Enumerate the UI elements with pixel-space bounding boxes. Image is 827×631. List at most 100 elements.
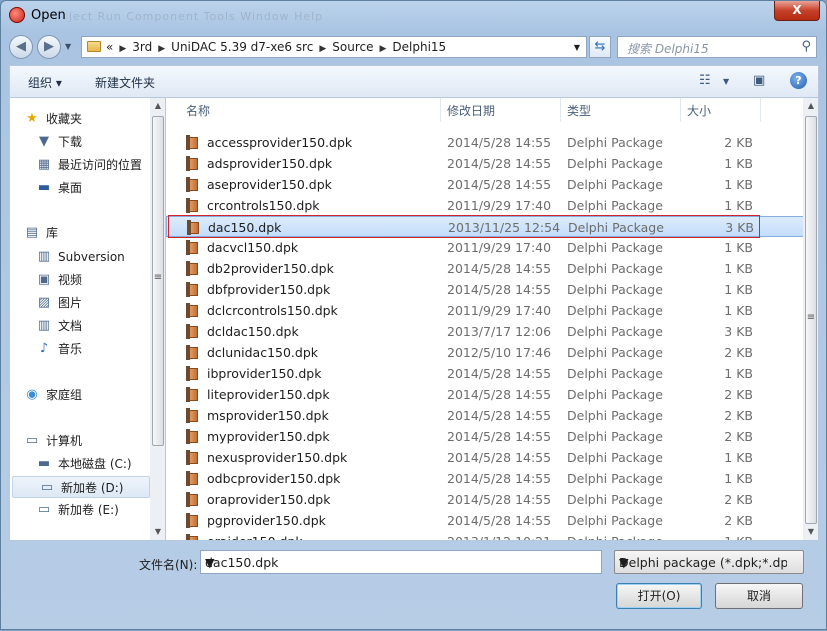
breadcrumb-item[interactable]: UniDAC 5.39 d7-xe6 src <box>171 40 313 54</box>
scroll-up-icon[interactable]: ▲ <box>150 98 165 114</box>
file-row[interactable]: accessprovider150.dpk 2014/5/28 14:55 Delp… <box>166 132 804 153</box>
title-bar[interactable]: Open ject Run Component Tools Window Hel… <box>1 1 826 31</box>
nav-favorites-item[interactable]: ▬ 桌面 <box>10 177 150 199</box>
nav-library-item[interactable]: ▥ Subversion <box>10 246 150 268</box>
nav-scrollbar[interactable]: ▲ ≡ ▼ <box>150 98 165 540</box>
breadcrumb-item[interactable]: Source <box>332 40 373 54</box>
nav-libraries[interactable]: ▤ 库 <box>10 222 150 244</box>
back-button[interactable]: ◀ <box>9 35 33 59</box>
view-options-icon[interactable]: ☷ <box>699 73 711 88</box>
search-icon: ⚲ <box>801 39 811 54</box>
filename-input[interactable]: dac150.dpk ▼ <box>200 550 602 574</box>
file-list-scrollbar[interactable]: ▲ ≡ ▼ <box>803 98 818 540</box>
file-list-pane: ⌃ 名称 修改日期 类型 大小 accessprovider150.dpk 201… <box>165 97 819 541</box>
forward-button[interactable]: ▶ <box>37 35 61 59</box>
help-icon[interactable]: ? <box>790 72 807 89</box>
file-name: db2provider150.dpk <box>207 261 334 276</box>
file-row[interactable]: liteprovider150.dpk 2014/5/28 14:55 Delphi… <box>166 384 804 405</box>
address-history-dropdown[interactable]: ▼ <box>574 43 580 52</box>
delphi-package-icon <box>186 429 200 444</box>
file-row[interactable]: aseprovider150.dpk 2014/5/28 14:55 Delphi … <box>166 174 804 195</box>
file-row[interactable]: dacvcl150.dpk 2011/9/29 17:40 Delphi Packa… <box>166 237 804 258</box>
file-size: 2 KB <box>724 492 753 507</box>
file-date: 2013/7/17 12:06 <box>447 324 552 339</box>
scroll-down-icon[interactable]: ▼ <box>150 524 165 540</box>
file-row[interactable]: ibprovider150.dpk 2014/5/28 14:55 Delphi P… <box>166 363 804 384</box>
open-button[interactable]: 打开(O) <box>616 583 702 609</box>
file-type: Delphi Package <box>567 156 663 171</box>
breadcrumb-overflow[interactable]: « <box>106 40 113 54</box>
nav-library-item[interactable]: ♪ 音乐 <box>10 338 150 360</box>
delphi-package-icon <box>186 387 200 402</box>
column-date[interactable]: 修改日期 <box>441 98 561 122</box>
drive-icon: ▭ <box>40 480 54 495</box>
homegroup-icon: ◉ <box>26 387 38 402</box>
filetype-select[interactable]: Delphi package (*.dpk;*.dpk ▼ <box>614 550 804 574</box>
file-size: 1 KB <box>724 261 753 276</box>
breadcrumb-separator-icon[interactable]: ▶ <box>379 44 386 54</box>
music-library-icon: ♪ <box>39 341 49 356</box>
nav-drive[interactable]: ▭ 新加卷 (D:) <box>12 476 150 498</box>
file-row[interactable]: db2provider150.dpk 2014/5/28 14:55 Delphi … <box>166 258 804 279</box>
search-input[interactable]: 搜索 Delphi15 ⚲ <box>617 36 817 58</box>
nav-library-item[interactable]: ▣ 视频 <box>10 269 150 291</box>
nav-favorites[interactable]: ★ 收藏夹 <box>10 108 150 130</box>
forward-arrow-icon: ▶ <box>44 39 54 54</box>
library-icon: ▤ <box>25 225 39 240</box>
file-row[interactable]: odbcprovider150.dpk 2014/5/28 14:55 Delphi… <box>166 468 804 489</box>
file-name: adsprovider150.dpk <box>207 156 333 171</box>
address-row: ◀ ▶ ▼ « ▶ 3rd ▶ UniDAC 5.39 d7-xe6 src ▶ Sourc… <box>1 34 826 60</box>
breadcrumb-separator-icon[interactable]: ▶ <box>158 44 165 54</box>
cancel-button[interactable]: 取消 <box>715 583 803 609</box>
delphi-package-icon <box>186 240 200 255</box>
nav-drive[interactable]: ▭ 新加卷 (E:) <box>10 499 150 521</box>
nav-library-item[interactable]: ▨ 图片 <box>10 292 150 314</box>
file-row[interactable]: dclcrcontrols150.dpk 2011/9/29 17:40 Delph… <box>166 300 804 321</box>
nav-label: 收藏夹 <box>46 112 83 126</box>
close-button[interactable]: X <box>774 1 820 21</box>
nav-homegroup[interactable]: ◉ 家庭组 <box>10 384 150 406</box>
filename-dropdown-icon[interactable]: ▼ <box>205 555 597 570</box>
file-date: 2014/5/28 14:55 <box>447 450 552 465</box>
file-row[interactable]: oraider150.dpk 2013/1/12 10:21 Delphi Pack… <box>166 531 804 540</box>
search-placeholder: 搜索 Delphi15 <box>627 42 709 56</box>
file-row[interactable]: dbfprovider150.dpk 2014/5/28 14:55 Delphi … <box>166 279 804 300</box>
file-row[interactable]: crcontrols150.dpk 2011/9/29 17:40 Delphi P… <box>166 195 804 216</box>
nav-favorites-item[interactable]: ▦ 最近访问的位置 <box>10 154 150 176</box>
file-row[interactable]: adsprovider150.dpk 2014/5/28 14:55 Delphi … <box>166 153 804 174</box>
nav-computer[interactable]: ▭ 计算机 <box>10 430 150 452</box>
file-row[interactable]: nexusprovider150.dpk 2014/5/28 14:55 Delph… <box>166 447 804 468</box>
breadcrumb-separator-icon[interactable]: ▶ <box>119 44 126 54</box>
column-type[interactable]: 类型 <box>561 98 681 122</box>
column-name[interactable]: 名称 <box>180 98 441 122</box>
breadcrumb-separator-icon[interactable]: ▶ <box>319 44 326 54</box>
nav-label: 家庭组 <box>46 388 83 402</box>
breadcrumb-item[interactable]: 3rd <box>132 40 152 54</box>
nav-favorites-item[interactable]: ▼ 下载 <box>10 131 150 153</box>
breadcrumb-item[interactable]: Delphi15 <box>392 40 446 54</box>
file-row[interactable]: pgprovider150.dpk 2014/5/28 14:55 Delphi P… <box>166 510 804 531</box>
address-bar[interactable]: « ▶ 3rd ▶ UniDAC 5.39 d7-xe6 src ▶ Source ▶ Delp… <box>81 36 587 58</box>
file-row[interactable]: myprovider150.dpk 2014/5/28 14:55 Delphi P… <box>166 426 804 447</box>
file-row[interactable]: msprovider150.dpk 2014/5/28 14:55 Delphi P… <box>166 405 804 426</box>
delphi-package-icon <box>186 513 200 528</box>
file-date: 2013/1/12 10:21 <box>447 531 551 540</box>
file-row[interactable]: dclunidac150.dpk 2012/5/10 17:46 Delphi Pa… <box>166 342 804 363</box>
nav-library-item[interactable]: ▥ 文档 <box>10 315 150 337</box>
column-size[interactable]: 大小 <box>681 98 761 122</box>
nav-drive[interactable]: ▬ 本地磁盘 (C:) <box>10 453 150 475</box>
scroll-down-icon[interactable]: ▼ <box>803 524 818 540</box>
file-name: aseprovider150.dpk <box>207 177 332 192</box>
file-row[interactable]: dcldac150.dpk 2013/7/17 12:06 Delphi Packa… <box>166 321 804 342</box>
recent-locations-dropdown[interactable]: ▼ <box>65 42 71 51</box>
file-row[interactable]: dac150.dpk 2013/11/25 12:54 Delphi Package… <box>166 215 804 238</box>
refresh-button[interactable]: ⇆ <box>589 36 611 58</box>
preview-pane-icon[interactable]: ▣ <box>753 73 765 88</box>
scroll-up-icon[interactable]: ▲ <box>803 98 818 114</box>
file-name: dac150.dpk <box>208 220 282 235</box>
new-folder-button[interactable]: 新建文件夹 <box>95 74 155 91</box>
file-row[interactable]: oraprovider150.dpk 2014/5/28 14:55 Delphi … <box>166 489 804 510</box>
filetype-dropdown-icon[interactable]: ▼ <box>619 555 787 570</box>
view-dropdown-icon[interactable]: ▼ <box>723 77 729 86</box>
organize-menu[interactable]: 组织 ▾ <box>28 74 62 91</box>
